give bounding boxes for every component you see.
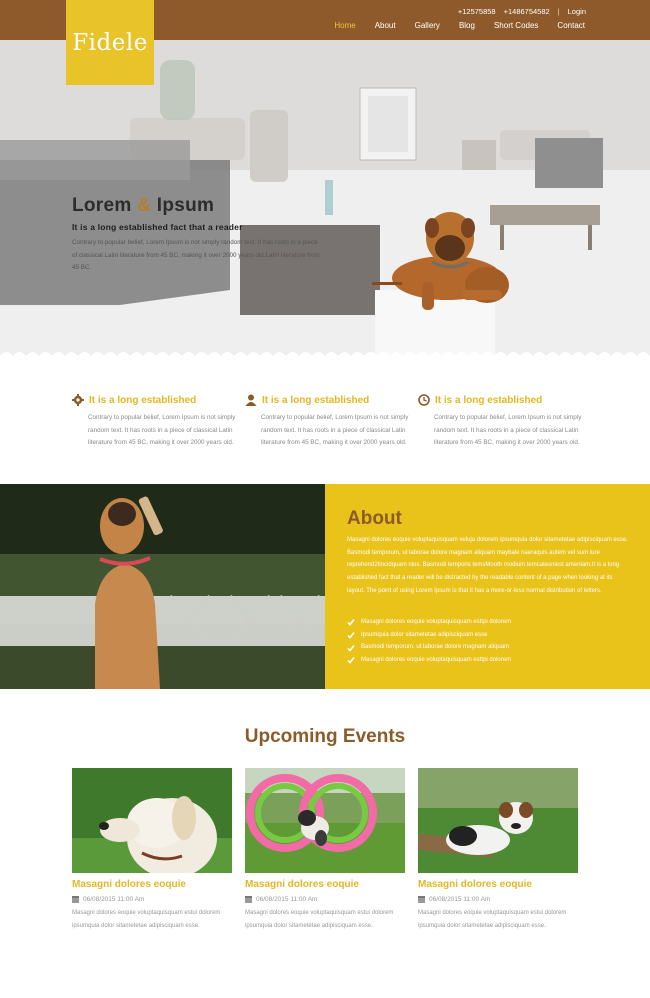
feature-title: It is a long established [89, 394, 197, 406]
main-nav: Home About Gallery Blog Short Codes Cont… [334, 21, 585, 30]
event-text: Masagni dolores eoquie voluptaquisquam e… [72, 910, 221, 929]
login-link[interactable]: Login [568, 7, 586, 16]
event-card-3: Masagni dolores eoquie 06/08/2015 11:00 … [418, 768, 578, 932]
calendar-icon [418, 896, 425, 903]
contact-bar: +12575858 +1486754582 | Login [458, 7, 586, 16]
list-item-text: Masagni dolores eoquie voluptaquisquam e… [361, 657, 512, 664]
feature-1: It is a long established Contrary to pop… [72, 394, 242, 450]
about-panel: About Masagni dolores eoquie voluptaquis… [325, 484, 650, 689]
event-date: 06/08/2015 11:00 Am [418, 896, 578, 903]
event-card-1: Masagni dolores eoquie 06/08/2015 11:00 … [72, 768, 232, 932]
about-text: Masagni dolores eoquie voluptaquisquam v… [347, 537, 628, 594]
check-icon [347, 644, 355, 652]
separator: | [557, 7, 560, 16]
nav-about[interactable]: About [375, 21, 396, 30]
check-icon [347, 618, 355, 627]
nav-contact[interactable]: Contact [557, 21, 585, 30]
event-date-text: 06/08/2015 11:00 Am [429, 896, 491, 903]
scallop-divider [0, 352, 650, 362]
hero-title-part-2: Ipsum [156, 195, 215, 216]
feature-title: It is a long established [435, 394, 543, 406]
event-3-image[interactable] [418, 768, 578, 873]
gear-icon [72, 394, 84, 406]
hero-title: Lorem & Ipsum [72, 195, 214, 217]
nav-short-codes[interactable]: Short Codes [494, 21, 538, 30]
feature-3: It is a long established Contrary to pop… [418, 394, 588, 450]
hero-title-part-1: Lorem [72, 195, 132, 216]
event-text: Masagni dolores eoquie voluptaquisquam e… [418, 910, 567, 929]
list-item: Masagni dolores eoquie voluptaquisquam e… [347, 654, 511, 667]
event-title[interactable]: Masagni dolores eoquie [72, 879, 232, 890]
event-date: 06/08/2015 11:00 Am [72, 896, 232, 903]
event-title[interactable]: Masagni dolores eoquie [418, 879, 578, 890]
check-icon [347, 631, 355, 639]
about-dog-photo [0, 484, 325, 689]
event-1-image[interactable] [72, 768, 232, 873]
phone-2: +1486754582 [503, 7, 550, 16]
event-text: Masagni dolores eoquie voluptaquisquam e… [245, 910, 394, 929]
list-item: Ipsumquia dolor sitametetae adipisciquam… [347, 629, 511, 642]
about-title: About [347, 508, 402, 529]
logo[interactable]: Fidele [66, 0, 154, 85]
calendar-icon [72, 896, 79, 903]
list-item-text: Ipsumquia dolor sitametetae adipisciquam… [361, 631, 488, 638]
event-date-text: 06/08/2015 11:00 Am [83, 896, 145, 903]
check-icon [347, 656, 355, 665]
calendar-icon [245, 896, 252, 903]
event-card-2: Masagni dolores eoquie 06/08/2015 11:00 … [245, 768, 405, 932]
list-item: Masagni dolores eoquie voluptaquisquam e… [347, 616, 511, 629]
clock-icon [418, 394, 430, 406]
feature-text: Contrary to popular belief, Lorem Ipsum … [88, 414, 236, 446]
list-item-text: Masagni dolores eoquie voluptaquisquam e… [361, 619, 512, 625]
feature-text: Contrary to popular belief, Lorem Ipsum … [434, 414, 582, 446]
event-title[interactable]: Masagni dolores eoquie [245, 879, 405, 890]
feature-2: It is a long established Contrary to pop… [245, 394, 415, 450]
logo-text: Fidele [72, 29, 148, 56]
event-date-text: 06/08/2015 11:00 Am [256, 896, 318, 903]
hero-banner: Lorem & Ipsum It is a long established f… [0, 40, 650, 358]
hero-subtitle: It is a long established fact that a rea… [72, 222, 243, 232]
list-item: Basmodi temporum, ut laborae dolore magn… [347, 641, 511, 654]
feature-title: It is a long established [262, 394, 370, 406]
hero-description: Contrary to popular belief, Lorem Ipsum … [72, 239, 320, 271]
nav-gallery[interactable]: Gallery [415, 21, 440, 30]
event-date: 06/08/2015 11:00 Am [245, 896, 405, 903]
nav-blog[interactable]: Blog [459, 21, 475, 30]
hero-title-amp: & [137, 195, 152, 216]
list-item-text: Basmodi temporum, ut laborae dolore magn… [361, 644, 510, 651]
feature-text: Contrary to popular belief, Lorem Ipsum … [261, 414, 409, 446]
about-list: Masagni dolores eoquie voluptaquisquam e… [347, 616, 511, 667]
hero-dog-image [372, 212, 509, 310]
event-2-image[interactable] [245, 768, 405, 873]
phone-1: +12575858 [457, 7, 496, 16]
events-title: Upcoming Events [244, 726, 406, 747]
user-icon [245, 394, 257, 406]
nav-home[interactable]: Home [334, 21, 355, 30]
